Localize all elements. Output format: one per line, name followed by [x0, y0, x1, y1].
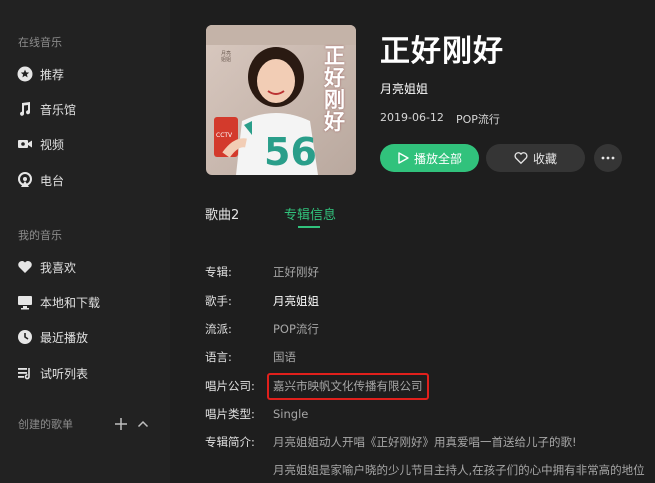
add-playlist-button[interactable]: [112, 415, 130, 433]
info-row-album: 专辑: 正好刚好: [205, 263, 319, 281]
album-meta: 2019-06-12 POP流行: [380, 111, 500, 127]
favorite-label: 收藏: [532, 151, 557, 166]
info-row-intro-2: 月亮姐姐是家喻户晓的少儿节目主持人,在孩子们的心中拥有非常高的地位: [273, 461, 655, 479]
info-label: 唱片公司:: [205, 379, 255, 393]
cover-title-text: 正好刚好: [324, 43, 345, 134]
sidebar-item-trial-list[interactable]: 试听列表: [16, 361, 166, 385]
album-genre: POP流行: [455, 113, 500, 126]
info-label: 歌手:: [205, 294, 232, 308]
info-row-type: 唱片类型: Single: [205, 405, 308, 423]
sidebar-item-label: 最近播放: [40, 330, 89, 345]
svg-text:CCTV: CCTV: [216, 132, 233, 139]
tab-songs[interactable]: 歌曲2: [205, 204, 239, 223]
album-cover: 56 CCTV 正好刚好 月亮姐姐: [206, 25, 356, 175]
music-note-icon: [16, 100, 34, 118]
sidebar-item-label: 我喜欢: [40, 260, 77, 275]
info-value: POP流行: [273, 322, 319, 336]
playlist-icon: [16, 364, 34, 382]
info-label: 唱片类型:: [205, 407, 255, 421]
info-row-intro: 专辑简介: 月亮姐姐动人开唱《正好刚好》用真爱唱一首送给儿子的歌!: [205, 433, 577, 451]
created-playlists-title: 创建的歌单: [18, 418, 73, 431]
main-content: 56 CCTV 正好刚好 月亮姐姐 正好刚好 月亮姐姐 2019-06-12 P…: [170, 0, 655, 483]
play-all-button[interactable]: 播放全部: [380, 144, 479, 172]
cover-artist-text: 月亮姐姐: [221, 51, 232, 63]
info-value: 国语: [273, 350, 296, 364]
sidebar-item-label: 本地和下载: [40, 295, 101, 310]
sidebar-item-video[interactable]: 视频: [16, 132, 166, 156]
info-row-genre: 流派: POP流行: [205, 320, 319, 338]
info-row-language: 语言: 国语: [205, 348, 296, 366]
sidebar-item-music-hall[interactable]: 音乐馆: [16, 97, 166, 121]
sidebar-item-local-download[interactable]: 本地和下载: [16, 290, 166, 314]
heart-icon: [16, 258, 34, 276]
chevron-up-icon: [137, 420, 149, 428]
sidebar-item-radio[interactable]: 电台: [16, 168, 166, 192]
monitor-icon: [16, 293, 34, 311]
created-playlists-row: 创建的歌单: [18, 414, 152, 434]
online-music-title: 在线音乐: [18, 36, 62, 49]
star-icon: [16, 65, 34, 83]
more-options-button[interactable]: [594, 144, 622, 172]
release-date: 2019-06-12: [380, 111, 444, 124]
heart-outline-icon: [514, 152, 528, 165]
active-tab-indicator: [298, 226, 320, 228]
info-label: 专辑:: [205, 265, 232, 279]
sidebar-item-label: 视频: [40, 137, 65, 152]
info-label: 流派:: [205, 322, 232, 336]
my-music-title: 我的音乐: [18, 229, 62, 242]
sidebar-item-label: 试听列表: [40, 366, 89, 381]
svg-text:56: 56: [264, 130, 317, 174]
plus-icon: [115, 418, 127, 430]
play-icon: [398, 152, 409, 164]
play-all-label: 播放全部: [413, 151, 462, 166]
sidebar-item-label: 推荐: [40, 67, 65, 82]
sidebar-item-recent[interactable]: 最近播放: [16, 325, 166, 349]
video-icon: [16, 135, 34, 153]
album-title: 正好刚好: [380, 34, 504, 69]
sidebar: 在线音乐 推荐 音乐馆 视频 电台 我的音乐 我喜欢 本地和下载 最近播放 试听…: [0, 0, 170, 483]
sidebar-item-label: 电台: [40, 173, 65, 188]
info-value: Single: [273, 407, 309, 421]
tab-album-info[interactable]: 专辑信息: [284, 204, 336, 223]
intro-line-2: 月亮姐姐是家喻户晓的少儿节目主持人,在孩子们的心中拥有非常高的地位: [273, 463, 645, 477]
singer-link[interactable]: 月亮姐姐: [273, 293, 319, 309]
sidebar-item-label: 音乐馆: [40, 102, 77, 117]
collapse-playlists-button[interactable]: [134, 415, 152, 433]
radio-icon: [16, 171, 34, 189]
favorite-button[interactable]: 收藏: [486, 144, 585, 172]
album-artist-link[interactable]: 月亮姐姐: [380, 80, 428, 97]
intro-line-1: 月亮姐姐动人开唱《正好刚好》用真爱唱一首送给儿子的歌!: [273, 435, 577, 449]
highlight-box: [267, 373, 429, 400]
more-dots-icon: [601, 156, 615, 160]
info-label: 专辑简介:: [205, 435, 255, 449]
info-value: 正好刚好: [273, 265, 319, 279]
sidebar-item-recommend[interactable]: 推荐: [16, 62, 166, 86]
sidebar-item-favorites[interactable]: 我喜欢: [16, 255, 166, 279]
clock-icon: [16, 328, 34, 346]
info-row-singer: 歌手: 月亮姐姐: [205, 292, 319, 310]
info-label: 语言:: [205, 350, 232, 364]
